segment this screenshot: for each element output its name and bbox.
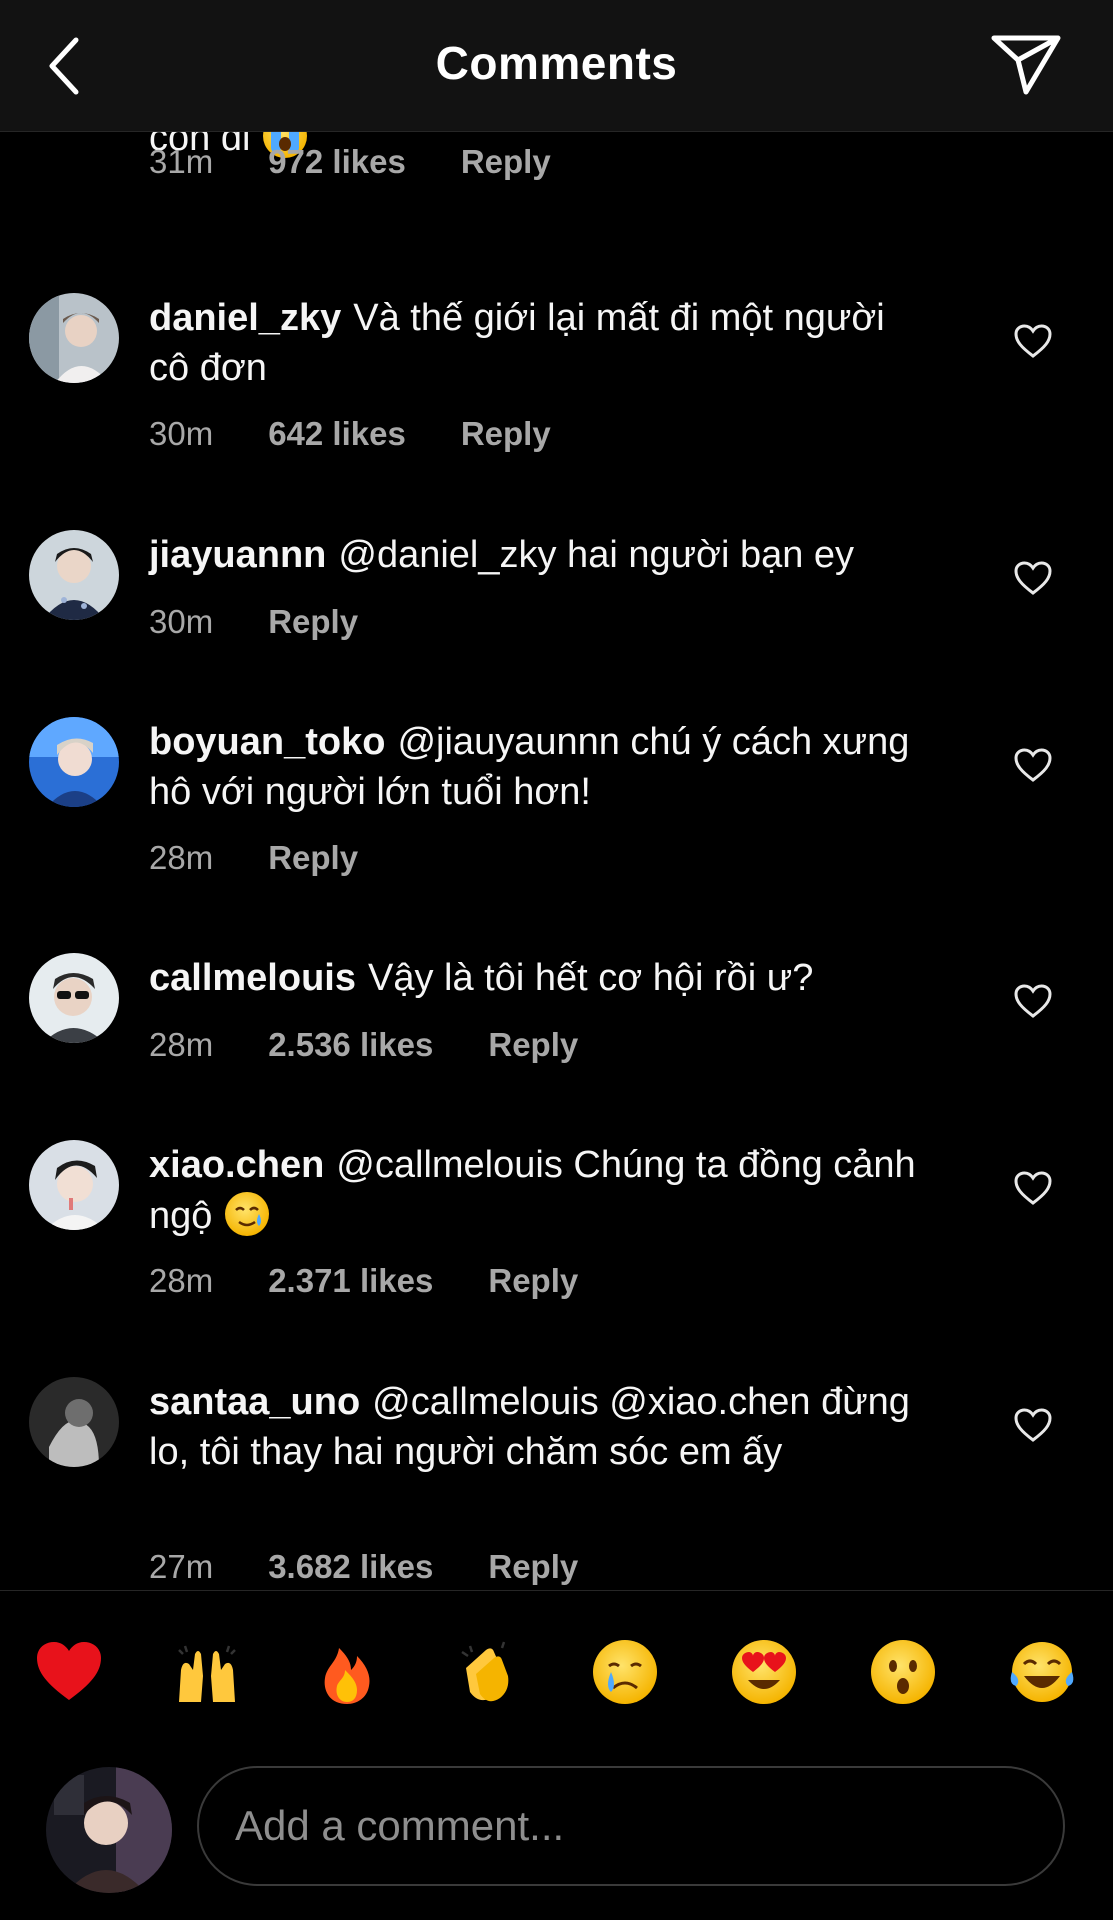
partial-comment-meta: 31m 972 likes Reply bbox=[149, 143, 551, 181]
comment-text: daniel_zky Và thế giới lại mất đi một ngư… bbox=[149, 293, 929, 393]
clapping-hands-icon[interactable] bbox=[450, 1636, 522, 1708]
reply-button[interactable]: Reply bbox=[488, 1548, 578, 1586]
comment-username[interactable]: callmelouis bbox=[149, 957, 356, 999]
divider bbox=[0, 1590, 1113, 1591]
comment-meta: 28m Reply bbox=[149, 839, 358, 877]
avatar[interactable] bbox=[29, 717, 119, 807]
heart-icon[interactable] bbox=[1013, 983, 1053, 1019]
avatar[interactable] bbox=[29, 1140, 119, 1230]
comment-time: 28m bbox=[149, 1026, 214, 1063]
comment-text: jiayuannn @daniel_zky hai người bạn ey bbox=[149, 530, 929, 580]
avatar[interactable] bbox=[29, 293, 119, 383]
heart-icon[interactable] bbox=[1013, 1407, 1053, 1443]
comment-username[interactable]: boyuan_toko bbox=[149, 721, 385, 763]
reply-button[interactable]: Reply bbox=[488, 1026, 578, 1064]
hushed-face-icon[interactable] bbox=[867, 1636, 939, 1708]
comment-time: 28m bbox=[149, 1262, 214, 1299]
avatar[interactable] bbox=[46, 1767, 172, 1893]
comment-text: callmelouis Vậy là tôi hết cơ hội rồi ư? bbox=[149, 953, 929, 1003]
smiling-face-with-tear-icon bbox=[224, 1192, 269, 1236]
crying-face-icon[interactable] bbox=[589, 1636, 661, 1708]
comment-text: santaa_uno @callmelouis @xiao.chen đừng l… bbox=[149, 1377, 929, 1477]
reply-button[interactable]: Reply bbox=[461, 143, 551, 181]
reply-button[interactable]: Reply bbox=[268, 839, 358, 877]
comment-likes[interactable]: 3.682 likes bbox=[268, 1548, 433, 1586]
comment-likes[interactable]: 972 likes bbox=[268, 143, 406, 181]
comment-meta: 27m 3.682 likes Reply bbox=[149, 1548, 578, 1586]
raising-hands-icon[interactable] bbox=[171, 1636, 243, 1708]
comment-input[interactable] bbox=[197, 1766, 1065, 1886]
red-heart-icon[interactable] bbox=[33, 1636, 105, 1708]
comment-time: 30m bbox=[149, 603, 214, 640]
header-bar: Comments bbox=[0, 0, 1113, 132]
heart-icon[interactable] bbox=[1013, 1170, 1053, 1206]
comment-time: 27m bbox=[149, 1548, 214, 1585]
heart-icon[interactable] bbox=[1013, 560, 1053, 596]
comment-meta: 28m 2.371 likes Reply bbox=[149, 1262, 578, 1300]
reply-button[interactable]: Reply bbox=[488, 1262, 578, 1300]
avatar[interactable] bbox=[29, 1377, 119, 1467]
avatar[interactable] bbox=[29, 530, 119, 620]
comment-meta: 30m Reply bbox=[149, 603, 358, 641]
avatar[interactable] bbox=[29, 953, 119, 1043]
comment-username[interactable]: daniel_zky bbox=[149, 297, 341, 339]
comment-likes[interactable]: 2.371 likes bbox=[268, 1262, 433, 1300]
comment-text: boyuan_toko @jiauyaunnn chú ý cách xưng h… bbox=[149, 717, 929, 817]
comments-list[interactable]: con đi 31m 972 likes Reply daniel_zky Và … bbox=[0, 0, 1113, 1590]
comment-meta: 28m 2.536 likes Reply bbox=[149, 1026, 578, 1064]
paper-plane-icon[interactable] bbox=[988, 30, 1064, 98]
comment-time: 30m bbox=[149, 415, 214, 452]
comment-time: 28m bbox=[149, 839, 214, 876]
page-title: Comments bbox=[435, 37, 678, 89]
fire-icon[interactable] bbox=[311, 1636, 383, 1708]
heart-icon[interactable] bbox=[1013, 323, 1053, 359]
reply-button[interactable]: Reply bbox=[461, 415, 551, 453]
comment-body: @daniel_zky hai người bạn ey bbox=[338, 534, 855, 576]
comment-username[interactable]: xiao.chen bbox=[149, 1144, 324, 1186]
tears-of-joy-icon[interactable] bbox=[1006, 1636, 1078, 1708]
comment-likes[interactable]: 2.536 likes bbox=[268, 1026, 433, 1064]
reply-button[interactable]: Reply bbox=[268, 603, 358, 641]
comment-time: 31m bbox=[149, 143, 214, 180]
comment-meta: 30m 642 likes Reply bbox=[149, 415, 551, 453]
comment-username[interactable]: santaa_uno bbox=[149, 1381, 360, 1423]
comment-body: Vậy là tôi hết cơ hội rồi ư? bbox=[367, 957, 814, 999]
comment-username[interactable]: jiayuannn bbox=[149, 534, 326, 576]
comment-text: xiao.chen @callmelouis Chúng ta đồng cảnh… bbox=[149, 1140, 929, 1241]
heart-eyes-icon[interactable] bbox=[728, 1636, 800, 1708]
heart-icon[interactable] bbox=[1013, 747, 1053, 783]
comment-likes[interactable]: 642 likes bbox=[268, 415, 406, 453]
